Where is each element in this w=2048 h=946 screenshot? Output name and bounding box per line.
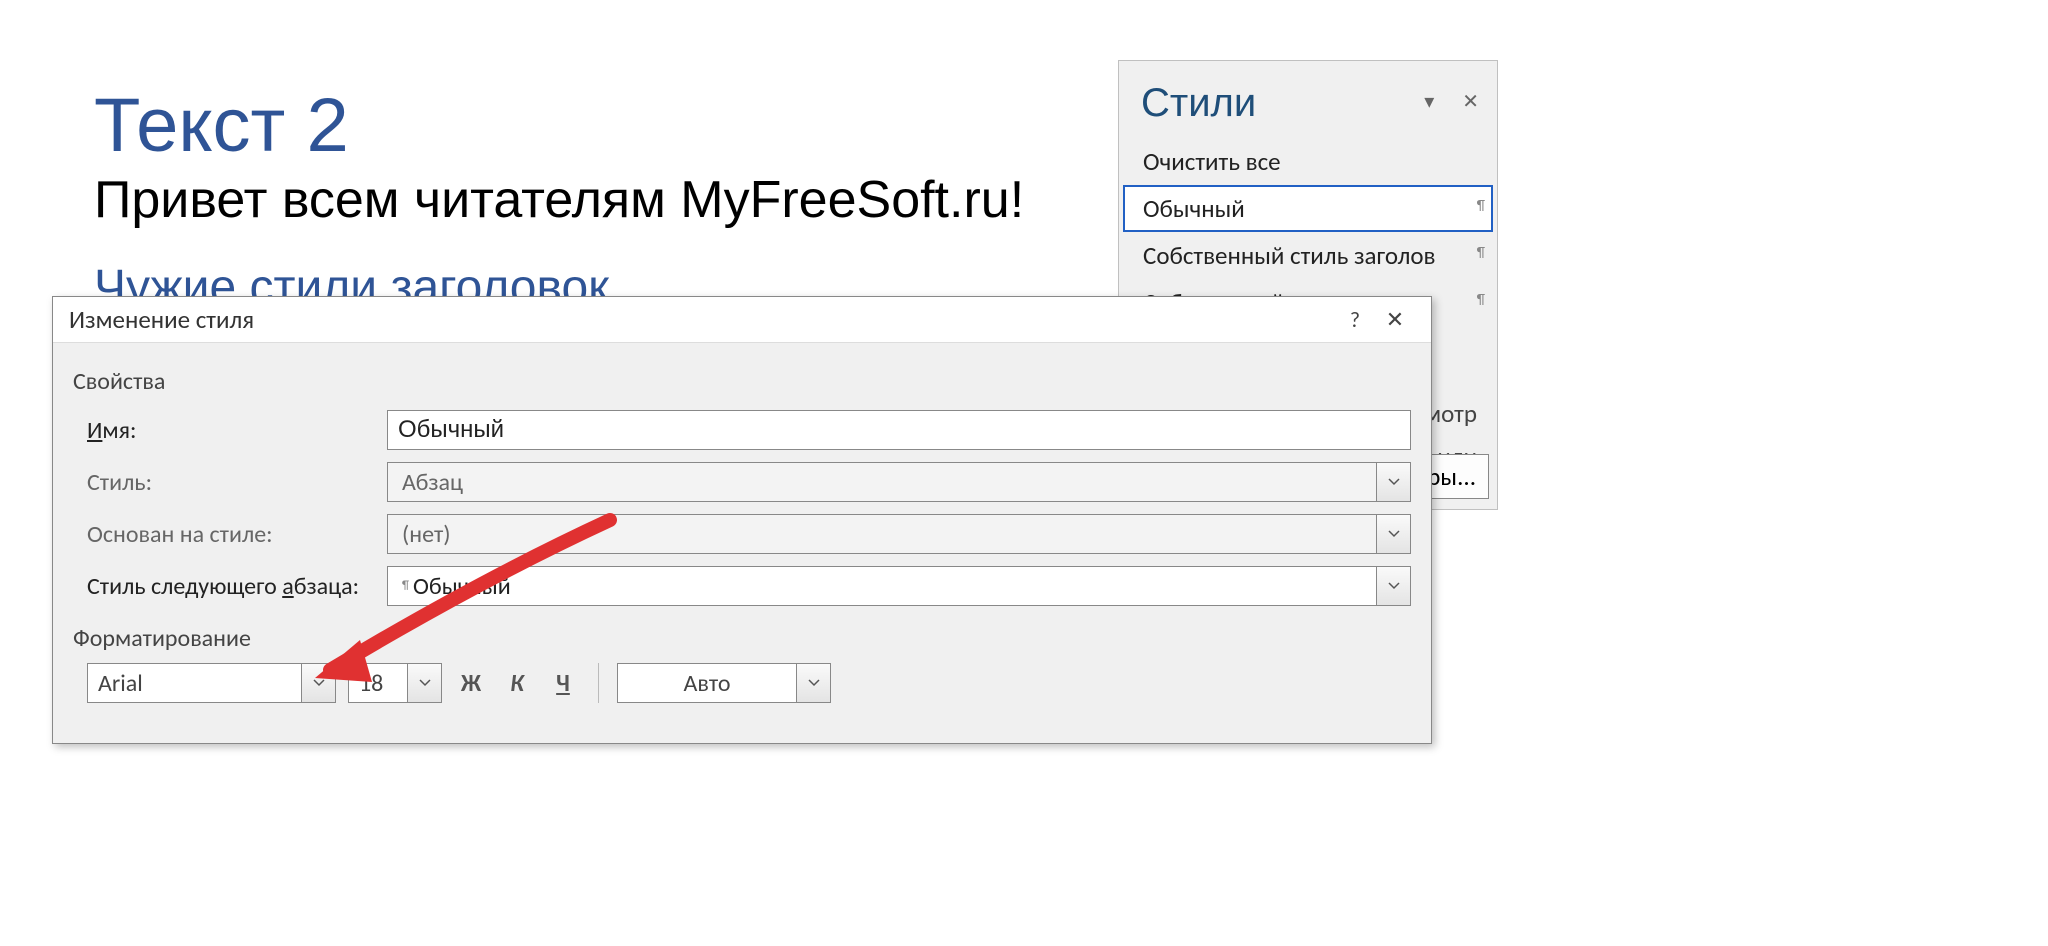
style-type-combo: Абзац xyxy=(387,462,1377,502)
font-color-combo[interactable]: Авто xyxy=(617,663,797,703)
dialog-title: Изменение стиля xyxy=(69,304,254,335)
document-heading: Текст 2 xyxy=(94,82,349,169)
name-label: Имя: xyxy=(87,416,387,445)
name-input[interactable] xyxy=(387,410,1411,450)
font-dropdown[interactable] xyxy=(302,663,336,703)
pilcrow-icon: ¶ xyxy=(1477,197,1485,214)
font-combo[interactable]: Arial xyxy=(87,663,302,703)
pilcrow-icon: ¶ xyxy=(402,579,409,593)
italic-button[interactable]: К xyxy=(500,663,534,703)
style-item-label: Собственный стиль заголов xyxy=(1143,240,1436,271)
pilcrow-icon: ¶ xyxy=(1477,291,1485,308)
style-item-label: Очистить все xyxy=(1143,146,1281,177)
font-color-dropdown[interactable] xyxy=(797,663,831,703)
properties-section-label: Свойства xyxy=(73,367,1411,396)
next-paragraph-dropdown[interactable] xyxy=(1377,566,1411,606)
style-item-label: Обычный xyxy=(1143,193,1245,224)
bold-button[interactable]: Ж xyxy=(454,663,488,703)
style-item-normal[interactable]: Обычный ¶ xyxy=(1123,185,1493,232)
dialog-help-button[interactable]: ? xyxy=(1335,306,1375,333)
pilcrow-icon: ¶ xyxy=(1477,244,1485,261)
font-size-dropdown[interactable] xyxy=(408,663,442,703)
style-item-custom-heading[interactable]: Собственный стиль заголов ¶ xyxy=(1123,232,1493,279)
based-on-dropdown[interactable] xyxy=(1377,514,1411,554)
next-paragraph-label: Стиль следующего абзаца: xyxy=(87,572,387,601)
dialog-titlebar: Изменение стиля ? ✕ xyxy=(53,297,1431,343)
panel-options-icon[interactable]: ▾ xyxy=(1424,89,1434,114)
font-size-combo[interactable]: 18 xyxy=(348,663,408,703)
underline-button[interactable]: Ч xyxy=(546,663,580,703)
panel-close-icon[interactable]: ✕ xyxy=(1462,89,1479,114)
formatting-section-label: Форматирование xyxy=(73,624,1411,653)
dialog-close-button[interactable]: ✕ xyxy=(1375,306,1415,333)
style-type-dropdown[interactable] xyxy=(1377,462,1411,502)
style-type-label: Стиль: xyxy=(87,468,387,497)
document-line-1: Привет всем читателям MyFreeSoft.ru! xyxy=(94,170,1024,230)
separator xyxy=(598,663,599,703)
based-on-combo[interactable]: (нет) xyxy=(387,514,1377,554)
modify-style-dialog: Изменение стиля ? ✕ Свойства Имя: Стиль:… xyxy=(52,296,1432,744)
style-item-clear-all[interactable]: Очистить все xyxy=(1123,138,1493,185)
next-paragraph-combo[interactable]: ¶ Обычный xyxy=(387,566,1377,606)
based-on-label: Основан на стиле: xyxy=(87,520,387,549)
